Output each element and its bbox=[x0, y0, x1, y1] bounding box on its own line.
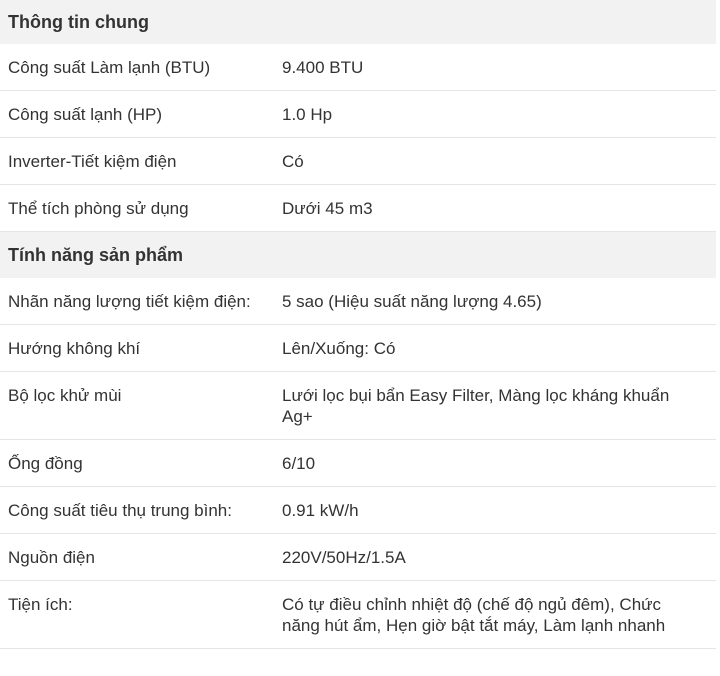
spec-label: Công suất lạnh (HP) bbox=[0, 90, 274, 138]
section-header-features: Tính năng sản phẩm bbox=[0, 231, 716, 278]
spec-label: Bộ lọc khử mùi bbox=[0, 371, 274, 440]
spec-value: 220V/50Hz/1.5A bbox=[274, 533, 716, 581]
section-header-general: Thông tin chung bbox=[0, 0, 716, 44]
section-title: Thông tin chung bbox=[0, 0, 716, 44]
spec-label: Inverter-Tiết kiệm điện bbox=[0, 137, 274, 185]
spec-value: Có bbox=[274, 137, 716, 185]
spec-label: Tiện ích: bbox=[0, 580, 274, 649]
spec-value: Lưới lọc bụi bẩn Easy Filter, Màng lọc k… bbox=[274, 371, 716, 440]
spec-value: 9.400 BTU bbox=[274, 44, 716, 91]
spec-label: Công suất Làm lạnh (BTU) bbox=[0, 44, 274, 91]
table-row: Nguồn điện 220V/50Hz/1.5A bbox=[0, 533, 716, 581]
table-row: Thể tích phòng sử dụng Dưới 45 m3 bbox=[0, 184, 716, 232]
spec-label: Nguồn điện bbox=[0, 533, 274, 581]
table-row: Công suất lạnh (HP) 1.0 Hp bbox=[0, 90, 716, 138]
spec-value: Dưới 45 m3 bbox=[274, 184, 716, 232]
spec-value: Có tự điều chỉnh nhiệt độ (chế độ ngủ đê… bbox=[274, 580, 716, 649]
spec-table: Thông tin chung Công suất Làm lạnh (BTU)… bbox=[0, 0, 716, 649]
table-row: Công suất tiêu thụ trung bình: 0.91 kW/h bbox=[0, 486, 716, 534]
spec-value: 1.0 Hp bbox=[274, 90, 716, 138]
spec-value: 6/10 bbox=[274, 439, 716, 487]
spec-value: 5 sao (Hiệu suất năng lượng 4.65) bbox=[274, 278, 716, 325]
spec-value: Lên/Xuống: Có bbox=[274, 324, 716, 372]
table-row: Nhãn năng lượng tiết kiệm điện: 5 sao (H… bbox=[0, 278, 716, 325]
spec-label: Thể tích phòng sử dụng bbox=[0, 184, 274, 232]
spec-label: Công suất tiêu thụ trung bình: bbox=[0, 486, 274, 534]
spec-label: Nhãn năng lượng tiết kiệm điện: bbox=[0, 278, 274, 325]
section-title: Tính năng sản phẩm bbox=[0, 231, 716, 278]
table-row: Ống đồng 6/10 bbox=[0, 439, 716, 487]
table-row: Inverter-Tiết kiệm điện Có bbox=[0, 137, 716, 185]
table-row: Công suất Làm lạnh (BTU) 9.400 BTU bbox=[0, 44, 716, 91]
spec-label: Hướng không khí bbox=[0, 324, 274, 372]
spec-value: 0.91 kW/h bbox=[274, 486, 716, 534]
table-row: Bộ lọc khử mùi Lưới lọc bụi bẩn Easy Fil… bbox=[0, 371, 716, 440]
table-row: Tiện ích: Có tự điều chỉnh nhiệt độ (chế… bbox=[0, 580, 716, 649]
table-row: Hướng không khí Lên/Xuống: Có bbox=[0, 324, 716, 372]
spec-label: Ống đồng bbox=[0, 439, 274, 487]
